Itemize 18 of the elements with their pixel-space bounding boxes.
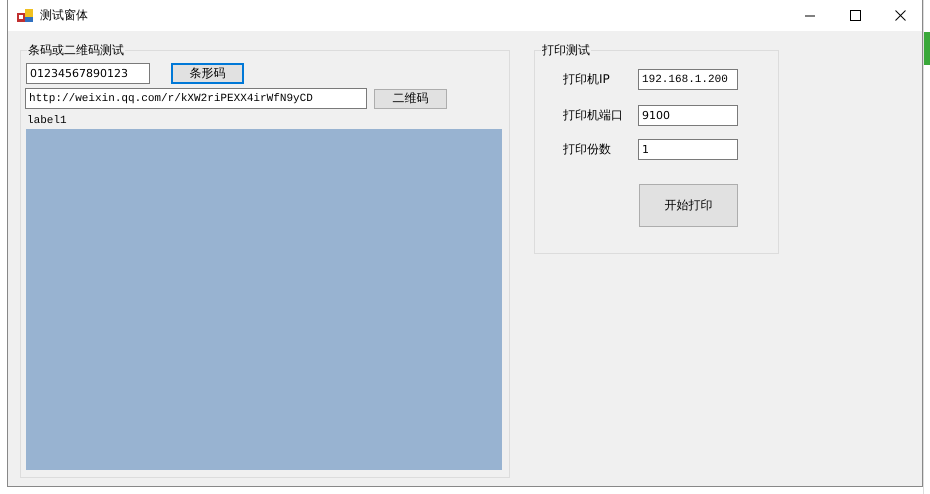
- image-label: label1: [27, 114, 68, 128]
- input-field[interactable]: 1: [638, 139, 738, 160]
- print-button[interactable]: 开始打印: [639, 184, 738, 227]
- input-field[interactable]: 192.168.1.200: [638, 69, 738, 90]
- group-title: 条码或二维码测试: [27, 42, 125, 58]
- field-label: 打印份数: [563, 141, 612, 158]
- input-field[interactable]: http://weixin.qq.com/r/kXW2riPEXX4irWfN9yCD: [25, 88, 367, 109]
- input-field[interactable]: 01234567890123: [26, 63, 150, 84]
- field-label: 打印机端口: [563, 107, 624, 124]
- group-title: 打印测试: [541, 42, 591, 58]
- maximize-icon[interactable]: [850, 10, 861, 21]
- close-icon[interactable]: [895, 10, 906, 21]
- field-label: 打印机IP: [563, 71, 611, 88]
- qr-code-button[interactable]: 二维码: [374, 88, 447, 108]
- barcode-button[interactable]: 条形码: [171, 63, 244, 84]
- window-title: 测试窗体: [40, 7, 88, 24]
- app-icon: [17, 8, 33, 22]
- input-field[interactable]: 9100: [638, 105, 738, 126]
